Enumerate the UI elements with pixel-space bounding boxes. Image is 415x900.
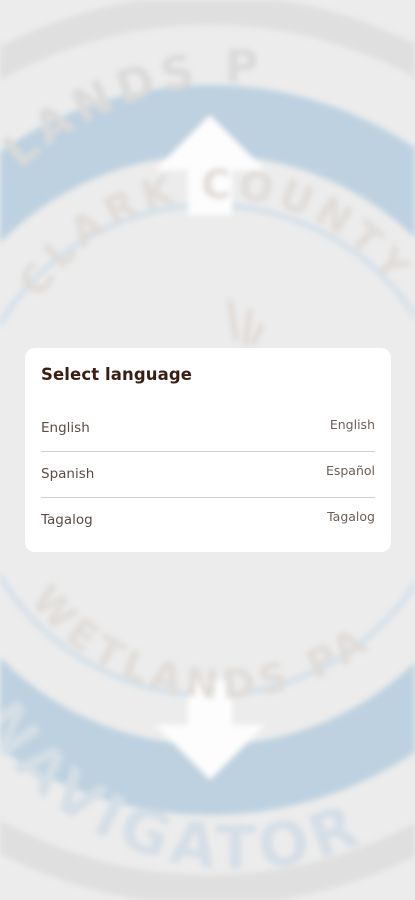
language-name: Tagalog [41, 512, 93, 528]
language-native-name: Español [325, 463, 375, 478]
language-option-english[interactable]: English English [41, 406, 375, 452]
language-option-tagalog[interactable]: Tagalog Tagalog [41, 498, 375, 543]
language-native-name: Tagalog [327, 509, 375, 524]
dialog-title: Select language [41, 365, 193, 384]
language-list: English English Spanish Español Tagalog … [41, 406, 375, 543]
language-name: English [41, 420, 90, 436]
language-dialog: Select language English English Spanish … [25, 348, 391, 552]
language-name: Spanish [41, 466, 95, 482]
language-option-spanish[interactable]: Spanish Español [41, 452, 375, 498]
language-native-name: English [329, 417, 375, 432]
